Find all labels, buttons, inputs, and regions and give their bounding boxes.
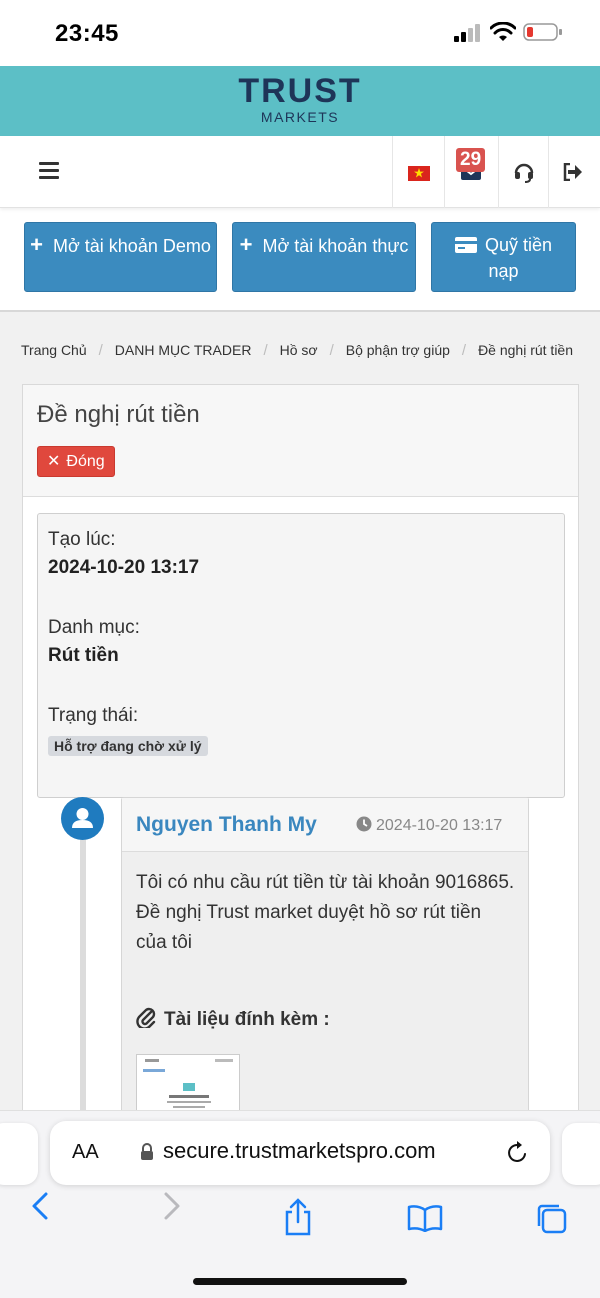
url-text[interactable]: secure.trustmarketspro.com <box>163 1138 436 1164</box>
open-real-account-button[interactable]: + Mở tài khoản thực <box>232 222 416 292</box>
timeline-line <box>80 825 86 1145</box>
wifi-icon <box>490 22 516 41</box>
ticket-panel: Đề nghị rút tiền ✕ Đóng Tạo lúc: 2024-10-… <box>22 384 579 1147</box>
comment-text: Tôi có nhu cầu rút tiền từ tài khoản 901… <box>136 872 515 953</box>
created-value: 2024-10-20 13:17 <box>48 557 200 578</box>
support-button[interactable] <box>498 136 548 208</box>
logout-button[interactable] <box>548 136 600 208</box>
ticket-title: Đề nghị rút tiền <box>37 401 200 428</box>
category-label: Danh mục: <box>48 617 140 638</box>
language-selector[interactable] <box>392 136 444 208</box>
clock-icon <box>356 816 372 832</box>
credit-card-icon <box>454 237 477 253</box>
breadcrumb-profile[interactable]: Hồ sơ <box>280 342 318 358</box>
battery-icon <box>523 23 562 41</box>
signal-icon <box>454 24 480 42</box>
open-demo-account-button[interactable]: + Mở tài khoản Demo <box>24 222 217 292</box>
breadcrumb-home[interactable]: Trang Chủ <box>21 342 87 358</box>
breadcrumb: Trang Chủ / DANH MỤC TRADER / Hồ sơ / Bộ phận … <box>21 342 574 359</box>
lock-icon <box>141 1143 153 1160</box>
home-indicator <box>193 1278 407 1285</box>
reader-settings-button[interactable]: AA <box>72 1141 99 1164</box>
next-tab-preview[interactable] <box>562 1123 600 1185</box>
status-badge: Hỗ trợ đang chờ xử lý <box>48 736 208 756</box>
back-icon[interactable] <box>30 1190 50 1222</box>
ticket-details: Tạo lúc: 2024-10-20 13:17 Danh mục: Rút … <box>37 513 565 798</box>
breadcrumb-current: Đề nghị rút tiền <box>478 342 574 358</box>
forward-icon[interactable] <box>162 1190 182 1222</box>
close-icon: ✕ <box>47 453 61 470</box>
comment-card: Nguyen Thanh My 2024-10-20 13:17 Tôi có … <box>121 797 529 1147</box>
avatar <box>61 797 104 840</box>
main-content: Trang Chủ / DANH MỤC TRADER / Hồ sơ / Bộ phận … <box>0 312 600 1147</box>
status-time: 23:45 <box>55 20 119 47</box>
comment-time: 2024-10-20 13:17 <box>356 816 502 835</box>
notification-badge: 29 <box>456 148 486 172</box>
sign-out-icon <box>563 163 582 181</box>
messages-button[interactable]: 29 <box>444 136 498 208</box>
bookmarks-icon[interactable] <box>406 1204 444 1232</box>
breadcrumb-support[interactable]: Bộ phận trợ giúp <box>346 342 450 358</box>
reload-icon[interactable] <box>506 1139 530 1165</box>
plus-icon: + <box>239 232 253 257</box>
trust-markets-logo[interactable]: TRUST MARKETS <box>0 74 600 124</box>
breadcrumb-trader-list[interactable]: DANH MỤC TRADER <box>115 342 252 358</box>
attachments-heading: Tài liệu đính kèm : <box>136 1006 330 1031</box>
share-icon[interactable] <box>283 1198 313 1236</box>
tabs-icon[interactable] <box>535 1202 569 1236</box>
address-bar[interactable]: AA secure.trustmarketspro.com <box>50 1121 550 1185</box>
previous-tab-preview[interactable] <box>0 1123 38 1185</box>
category-value: Rút tiền <box>48 645 119 666</box>
status-bar: 23:45 <box>0 0 600 66</box>
comment-author: Nguyen Thanh My <box>136 813 317 836</box>
vietnam-flag-icon <box>408 166 430 181</box>
close-ticket-button[interactable]: ✕ Đóng <box>37 446 115 477</box>
status-label: Trạng thái: <box>48 705 139 726</box>
ticket-header: Đề nghị rút tiền ✕ Đóng <box>23 385 578 497</box>
deposit-funds-button[interactable]: Quỹ tiền nạp <box>431 222 576 292</box>
created-label: Tạo lúc: <box>48 529 116 550</box>
headset-icon <box>514 163 534 183</box>
user-icon <box>72 808 93 828</box>
paperclip-icon <box>136 1007 156 1030</box>
hamburger-icon[interactable] <box>39 162 59 180</box>
comment-header: Nguyen Thanh My 2024-10-20 13:17 <box>122 798 528 852</box>
top-navbar: 29 <box>0 136 600 208</box>
brand-header: TRUST MARKETS <box>0 66 600 136</box>
plus-icon: + <box>30 232 43 257</box>
